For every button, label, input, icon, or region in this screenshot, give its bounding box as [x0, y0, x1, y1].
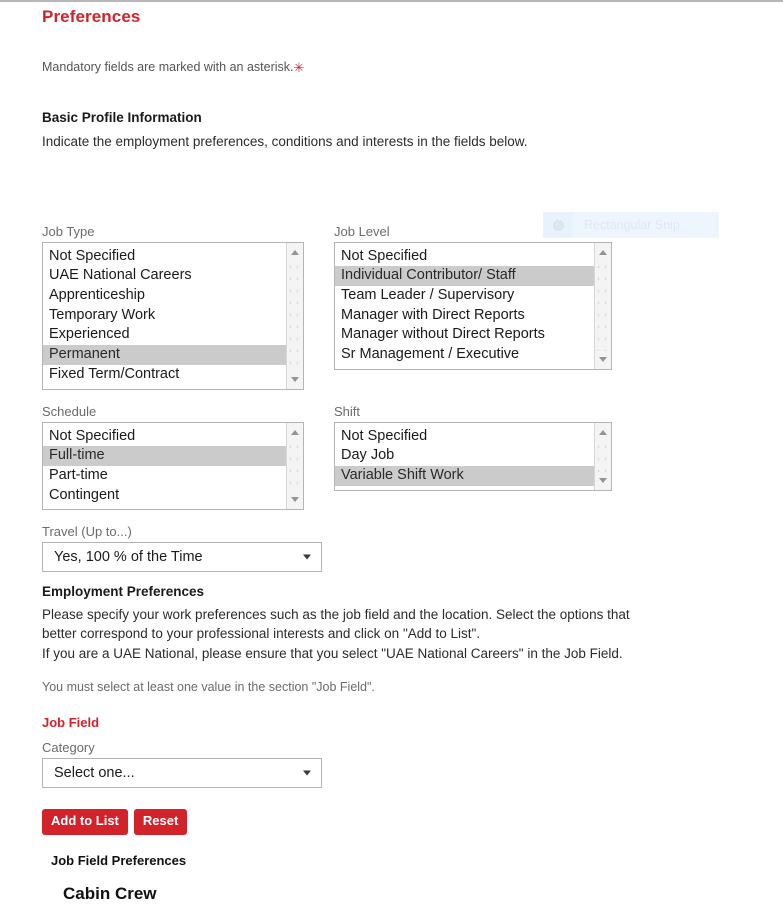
reset-button[interactable]: Reset: [133, 809, 188, 836]
shift-field: Shift Not Specified Day Job Variable Shi…: [334, 404, 612, 491]
job-type-field: Job Type Not Specified UAE National Care…: [42, 224, 304, 390]
employment-preferences-line-3: If you are a UAE National, please ensure…: [42, 645, 623, 661]
job-level-option-selected[interactable]: Individual Contributor/ Staff: [335, 266, 594, 286]
scrollbar-track: [595, 260, 611, 351]
scroll-down-icon[interactable]: [287, 492, 303, 507]
schedule-listbox[interactable]: Not Specified Full-time Part-time Contin…: [42, 421, 304, 510]
scroll-up-icon[interactable]: [595, 425, 611, 440]
schedule-field: Schedule Not Specified Full-time Part-ti…: [42, 404, 304, 510]
basic-profile-description: Indicate the employment preferences, con…: [42, 134, 528, 149]
preferences-page: Preferences Mandatory fields are marked …: [0, 2, 783, 904]
asterisk-icon: ✳: [293, 60, 305, 75]
job-level-option[interactable]: Not Specified: [335, 247, 594, 267]
scroll-up-icon[interactable]: [287, 245, 303, 260]
job-type-option[interactable]: Apprenticeship: [43, 286, 286, 306]
job-level-option[interactable]: Manager without Direct Reports: [335, 325, 594, 345]
scroll-down-icon[interactable]: [595, 473, 611, 488]
job-level-option[interactable]: Team Leader / Supervisory: [335, 286, 594, 306]
job-field-preferences-heading: Job Field Preferences: [51, 853, 187, 869]
travel-label: Travel (Up to...): [42, 523, 132, 539]
job-level-options: Not Specified Individual Contributor/ St…: [335, 243, 594, 369]
shift-label: Shift: [334, 403, 361, 419]
shift-option[interactable]: Not Specified: [335, 427, 594, 447]
mandatory-fields-text: Mandatory fields are marked with an aste…: [42, 60, 294, 74]
job-type-options: Not Specified UAE National Careers Appre…: [43, 243, 286, 389]
category-label: Category: [42, 740, 95, 756]
job-field-preference-item: Cabin Crew: [63, 884, 157, 904]
job-level-scrollbar[interactable]: [594, 242, 611, 369]
shift-option[interactable]: Day Job: [335, 446, 594, 466]
snip-icon-container: [543, 212, 573, 238]
travel-select[interactable]: Yes, 100 % of the Time: [42, 541, 322, 572]
camera-icon: [552, 219, 564, 231]
travel-field: Travel (Up to...) Yes, 100 % of the Time: [42, 524, 322, 572]
employment-preferences-description: Please specify your work preferences suc…: [42, 605, 763, 664]
shift-listbox[interactable]: Not Specified Day Job Variable Shift Wor…: [334, 421, 612, 491]
schedule-options: Not Specified Full-time Part-time Contin…: [43, 423, 286, 509]
schedule-scrollbar[interactable]: [286, 422, 303, 509]
chevron-down-icon: [303, 770, 311, 776]
rectangular-snip-label: Rectangular Snip: [584, 218, 680, 232]
job-level-option[interactable]: Manager with Direct Reports: [335, 306, 594, 326]
job-field-actions: Add to List Reset: [42, 809, 763, 836]
scrollbar-track: [287, 260, 303, 371]
job-type-option[interactable]: Temporary Work: [43, 306, 286, 326]
employment-preferences-heading: Employment Preferences: [42, 583, 205, 599]
scrollbar-track: [287, 440, 303, 491]
job-field-label: Job Field: [42, 715, 100, 731]
mandatory-fields-note: Mandatory fields are marked with an aste…: [42, 60, 763, 76]
basic-profile-fields: Job Type Not Specified UAE National Care…: [0, 224, 783, 584]
schedule-option[interactable]: Contingent: [43, 486, 286, 506]
employment-preferences-section: Employment Preferences Please specify yo…: [0, 584, 783, 905]
scrollbar-track: [595, 440, 611, 472]
job-type-option[interactable]: Fixed Term/Contract: [43, 365, 286, 385]
job-field-required-note: You must select at least one value in th…: [42, 680, 375, 695]
schedule-option[interactable]: Not Specified: [43, 427, 286, 447]
add-to-list-button[interactable]: Add to List: [42, 809, 128, 836]
job-level-option[interactable]: Sr Management / Executive: [335, 345, 594, 365]
job-type-option[interactable]: UAE National Careers: [43, 266, 286, 286]
scroll-down-icon[interactable]: [595, 352, 611, 367]
category-select[interactable]: Select one...: [42, 758, 322, 789]
job-type-option[interactable]: Not Specified: [43, 247, 286, 267]
category-select-value: Select one...: [54, 765, 135, 782]
shift-option-selected[interactable]: Variable Shift Work: [335, 465, 594, 486]
schedule-option[interactable]: Part-time: [43, 466, 286, 486]
job-type-option-selected[interactable]: Permanent: [43, 345, 286, 365]
job-level-field: Job Level Not Specified Individual Contr…: [334, 224, 612, 370]
schedule-option-selected[interactable]: Full-time: [43, 446, 286, 466]
job-type-option[interactable]: Experienced: [43, 325, 286, 345]
chevron-down-icon: [303, 554, 311, 560]
job-type-label: Job Type: [42, 223, 95, 239]
job-type-scrollbar[interactable]: [286, 242, 303, 389]
job-type-listbox[interactable]: Not Specified UAE National Careers Appre…: [42, 241, 304, 390]
scroll-down-icon[interactable]: [287, 372, 303, 387]
employment-preferences-line-1: Please specify your work preferences suc…: [42, 606, 630, 622]
job-level-listbox[interactable]: Not Specified Individual Contributor/ St…: [334, 241, 612, 370]
scroll-up-icon[interactable]: [595, 245, 611, 260]
travel-select-value: Yes, 100 % of the Time: [54, 548, 203, 565]
scroll-up-icon[interactable]: [287, 425, 303, 440]
page-title: Preferences: [42, 7, 141, 26]
shift-scrollbar[interactable]: [594, 422, 611, 490]
shift-options: Not Specified Day Job Variable Shift Wor…: [335, 423, 594, 490]
employment-preferences-line-2: better correspond to your professional i…: [42, 626, 481, 642]
basic-profile-heading: Basic Profile Information: [42, 110, 202, 125]
rectangular-snip-overlay[interactable]: Rectangular Snip: [543, 212, 719, 238]
schedule-label: Schedule: [42, 403, 97, 419]
